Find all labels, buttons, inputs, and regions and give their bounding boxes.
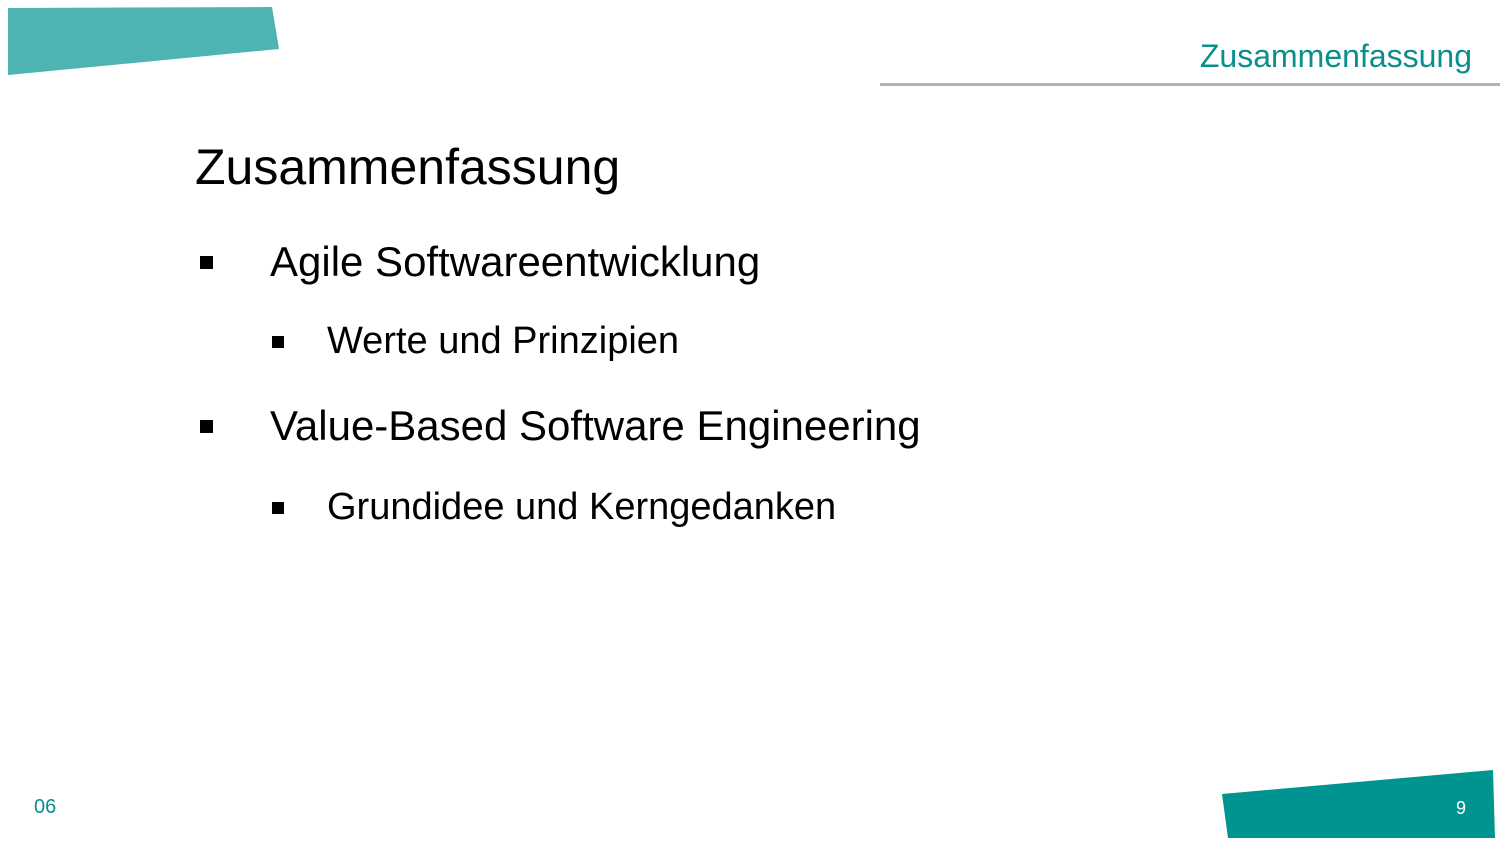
footer-section-number: 06: [34, 796, 57, 818]
sub-bullet-text: Grundidee und Kerngedanken: [327, 486, 837, 528]
top-left-ribbon-shape: [8, 7, 279, 75]
bullet-text: Agile Softwareentwicklung: [270, 238, 761, 285]
square-bullet-icon: [272, 335, 284, 348]
header-section-label: Zusammenfassung: [1199, 38, 1472, 74]
top-left-ribbon-decoration: [8, 7, 279, 75]
footer-page-number: 9: [1456, 798, 1467, 818]
sub-bullet-item: Werte und Prinzipien: [272, 320, 679, 363]
sub-bullet-text: Werte und Prinzipien: [327, 320, 680, 362]
sub-bullet-item: Grundidee und Kerngedanken: [272, 486, 836, 529]
square-bullet-icon: [272, 501, 284, 514]
bullet-text: Value-Based Software Engineering: [270, 402, 921, 449]
square-bullet-icon: [200, 255, 213, 269]
square-bullet-icon: [200, 419, 213, 433]
slide: Zusammenfassung Zusammenfassung Agile So…: [0, 0, 1500, 844]
bullet-item: Value-Based Software Engineering: [200, 402, 921, 450]
header-divider: [880, 83, 1500, 86]
bullet-item: Agile Softwareentwicklung: [200, 238, 760, 286]
slide-title: Zusammenfassung: [195, 139, 621, 195]
bottom-right-ribbon-shape: [1222, 770, 1495, 838]
